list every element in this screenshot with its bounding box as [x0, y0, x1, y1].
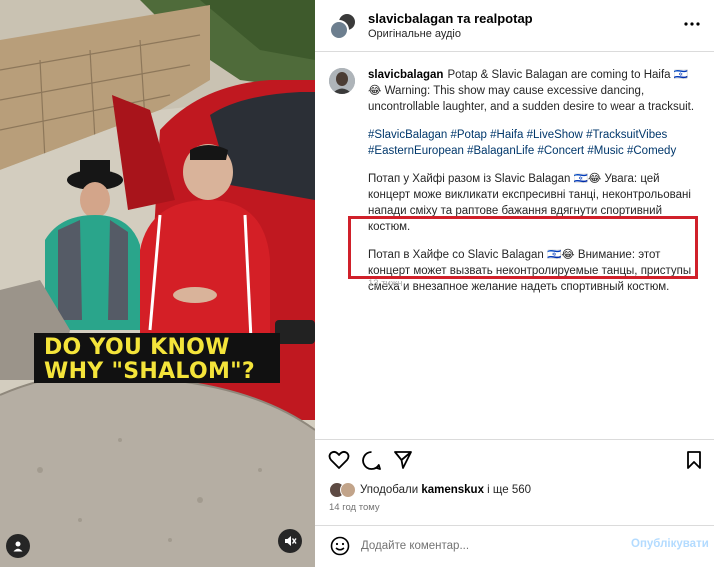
- publish-button[interactable]: Опублікувати: [631, 538, 709, 550]
- post-media[interactable]: DO YOU KNOW WHY "SHALOM"?: [0, 0, 315, 567]
- emoji-button[interactable]: [329, 535, 351, 557]
- hashtag-link[interactable]: #TracksuitVibes: [586, 129, 667, 141]
- hashtag-link[interactable]: #BalaganLife: [467, 145, 534, 157]
- avatar: [329, 20, 349, 40]
- avatar[interactable]: [329, 68, 355, 94]
- hashtag-link[interactable]: #EasternEuropean: [368, 145, 464, 157]
- emoji-icon: [330, 536, 350, 556]
- hashtag-link[interactable]: #Haifa: [490, 129, 523, 141]
- user-tag-icon: [13, 541, 23, 552]
- comment-icon: [361, 450, 381, 470]
- caption-intro: slavicbalagan Potap & Slavic Balagan are …: [368, 67, 698, 115]
- avatar: [340, 482, 356, 498]
- share-button[interactable]: [391, 448, 415, 472]
- mute-button[interactable]: [278, 529, 302, 553]
- like-button[interactable]: [327, 448, 351, 472]
- heart-icon: [328, 450, 350, 469]
- author-connector: та: [453, 11, 475, 26]
- likes-summary[interactable]: Уподобали kamenskux і ще 560: [329, 481, 531, 499]
- mute-icon: [285, 536, 297, 546]
- video-caption-line2: WHY "SHALOM"?: [44, 359, 255, 384]
- hashtag-list: #SlavicBalagan #Potap #Haifa #LiveShow #…: [368, 127, 698, 159]
- user-tag-button[interactable]: [6, 534, 30, 558]
- post-authors: slavicbalagan та realpotap: [368, 11, 533, 26]
- likes-prefix: Уподобали: [360, 484, 422, 496]
- hashtag-link[interactable]: #Comedy: [627, 145, 676, 157]
- video-caption-line1: DO YOU KNOW: [44, 335, 230, 360]
- avatar-image: [329, 68, 355, 94]
- post-edited-ghost: 13 тижн.: [368, 278, 406, 289]
- more-options-button[interactable]: [683, 15, 701, 33]
- hashtag-link[interactable]: #Concert: [537, 145, 584, 157]
- save-button[interactable]: [682, 448, 706, 472]
- highlight-frame: [348, 216, 698, 279]
- hashtag-link[interactable]: #LiveShow: [527, 129, 583, 141]
- hashtag-link[interactable]: #Potap: [450, 129, 486, 141]
- share-icon: [394, 451, 412, 469]
- video-frame: [0, 0, 315, 567]
- action-bar: [315, 448, 714, 474]
- more-icon: [684, 22, 700, 26]
- post-caption-area: slavicbalagan Potap & Slavic Balagan are …: [315, 53, 714, 439]
- caption-username[interactable]: slavicbalagan: [368, 69, 443, 81]
- author-link[interactable]: slavicbalagan: [368, 11, 453, 26]
- hashtag-link[interactable]: #Music: [587, 145, 623, 157]
- collab-avatars[interactable]: [329, 12, 357, 40]
- comment-button[interactable]: [359, 448, 383, 472]
- author-link[interactable]: realpotap: [474, 11, 533, 26]
- comment-bar: Опублікувати: [315, 526, 714, 567]
- divider: [315, 439, 714, 440]
- likes-suffix[interactable]: і ще 560: [484, 484, 531, 496]
- hashtag-link[interactable]: #SlavicBalagan: [368, 129, 447, 141]
- audio-link[interactable]: Оригінальне аудіо: [368, 28, 461, 40]
- post-timestamp[interactable]: 14 год тому: [329, 502, 380, 513]
- likes-user[interactable]: kamenskux: [421, 484, 484, 496]
- likes-text: Уподобали kamenskux і ще 560: [360, 484, 531, 496]
- comment-input[interactable]: [361, 536, 611, 556]
- post-header: slavicbalagan та realpotap Оригінальне а…: [315, 0, 714, 52]
- bookmark-icon: [687, 451, 701, 469]
- post-panel: slavicbalagan та realpotap Оригінальне а…: [315, 0, 714, 567]
